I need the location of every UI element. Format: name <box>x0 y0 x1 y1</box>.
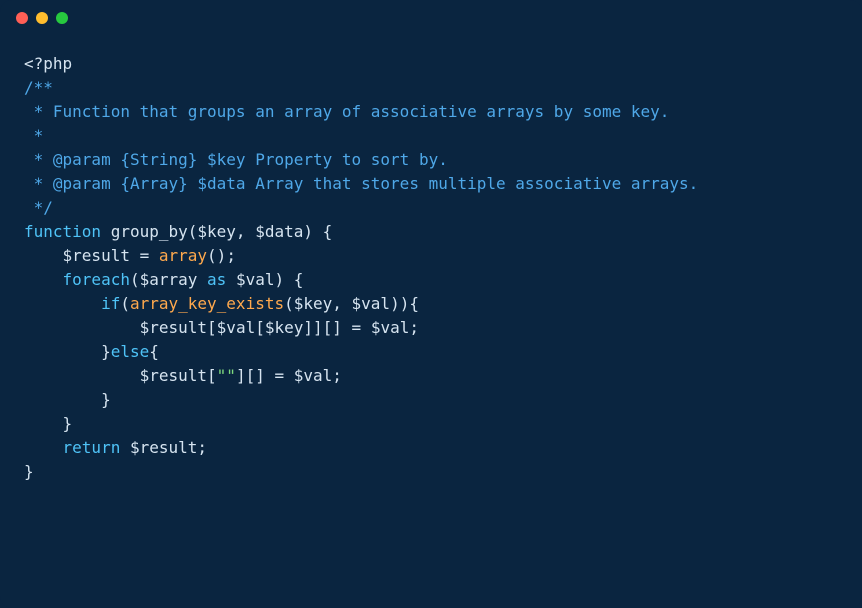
code-comment: */ <box>24 198 53 217</box>
code-token <box>226 270 236 289</box>
code-var: $result <box>140 366 207 385</box>
code-var: $val <box>352 294 391 313</box>
code-token: , <box>236 222 255 241</box>
code-var: $array <box>140 270 198 289</box>
code-token: )){ <box>390 294 419 313</box>
code-token: [ <box>207 318 217 337</box>
code-keyword: return <box>63 438 121 457</box>
code-token: ( <box>284 294 294 313</box>
code-keyword: foreach <box>63 270 130 289</box>
minimize-icon <box>36 12 48 24</box>
code-keyword: else <box>111 342 150 361</box>
code-var: $key <box>265 318 304 337</box>
code-token: } <box>24 414 72 433</box>
code-token: ; <box>332 366 342 385</box>
code-token <box>24 294 101 313</box>
code-comment: * <box>24 126 43 145</box>
code-token: ) { <box>274 270 303 289</box>
code-builtin: array_key_exists <box>130 294 284 313</box>
code-var: $key <box>197 222 236 241</box>
code-token <box>120 438 130 457</box>
code-token: ) { <box>303 222 332 241</box>
code-token: group_by( <box>101 222 197 241</box>
code-var: $result <box>130 438 197 457</box>
code-keyword: function <box>24 222 101 241</box>
code-token <box>24 366 140 385</box>
code-var: $val <box>294 366 333 385</box>
code-var: $key <box>294 294 333 313</box>
code-token: [ <box>207 366 217 385</box>
code-token: ( <box>120 294 130 313</box>
code-var: $val <box>217 318 256 337</box>
code-token <box>24 246 63 265</box>
code-token: = <box>130 246 159 265</box>
code-token: (); <box>207 246 236 265</box>
code-string: "" <box>217 366 236 385</box>
code-var: $val <box>236 270 275 289</box>
code-token: } <box>24 390 111 409</box>
code-token: [ <box>255 318 265 337</box>
code-block: <?php /** * Function that groups an array… <box>0 36 862 508</box>
code-token: ][] = <box>236 366 294 385</box>
code-comment: /** <box>24 78 53 97</box>
code-token: } <box>24 462 34 481</box>
code-window: <?php /** * Function that groups an array… <box>0 0 862 608</box>
code-comment: * @param {String} $key Property to sort … <box>24 150 448 169</box>
code-var: $result <box>140 318 207 337</box>
code-comment: * Function that groups an array of assoc… <box>24 102 669 121</box>
code-var: $val <box>371 318 410 337</box>
code-token: } <box>24 342 111 361</box>
code-token <box>24 438 63 457</box>
code-token: , <box>332 294 351 313</box>
titlebar <box>0 0 862 36</box>
code-var: $data <box>255 222 303 241</box>
code-token: { <box>149 342 159 361</box>
code-keyword: if <box>101 294 120 313</box>
maximize-icon <box>56 12 68 24</box>
code-token: <?php <box>24 54 72 73</box>
code-token: ]][] = <box>303 318 370 337</box>
code-keyword: as <box>207 270 226 289</box>
code-token <box>24 270 63 289</box>
code-builtin: array <box>159 246 207 265</box>
code-token: ( <box>130 270 140 289</box>
code-token <box>24 318 140 337</box>
code-token: ; <box>409 318 419 337</box>
code-comment: * @param {Array} $data Array that stores… <box>24 174 698 193</box>
code-token <box>197 270 207 289</box>
close-icon <box>16 12 28 24</box>
code-token: ; <box>197 438 207 457</box>
code-var: $result <box>63 246 130 265</box>
